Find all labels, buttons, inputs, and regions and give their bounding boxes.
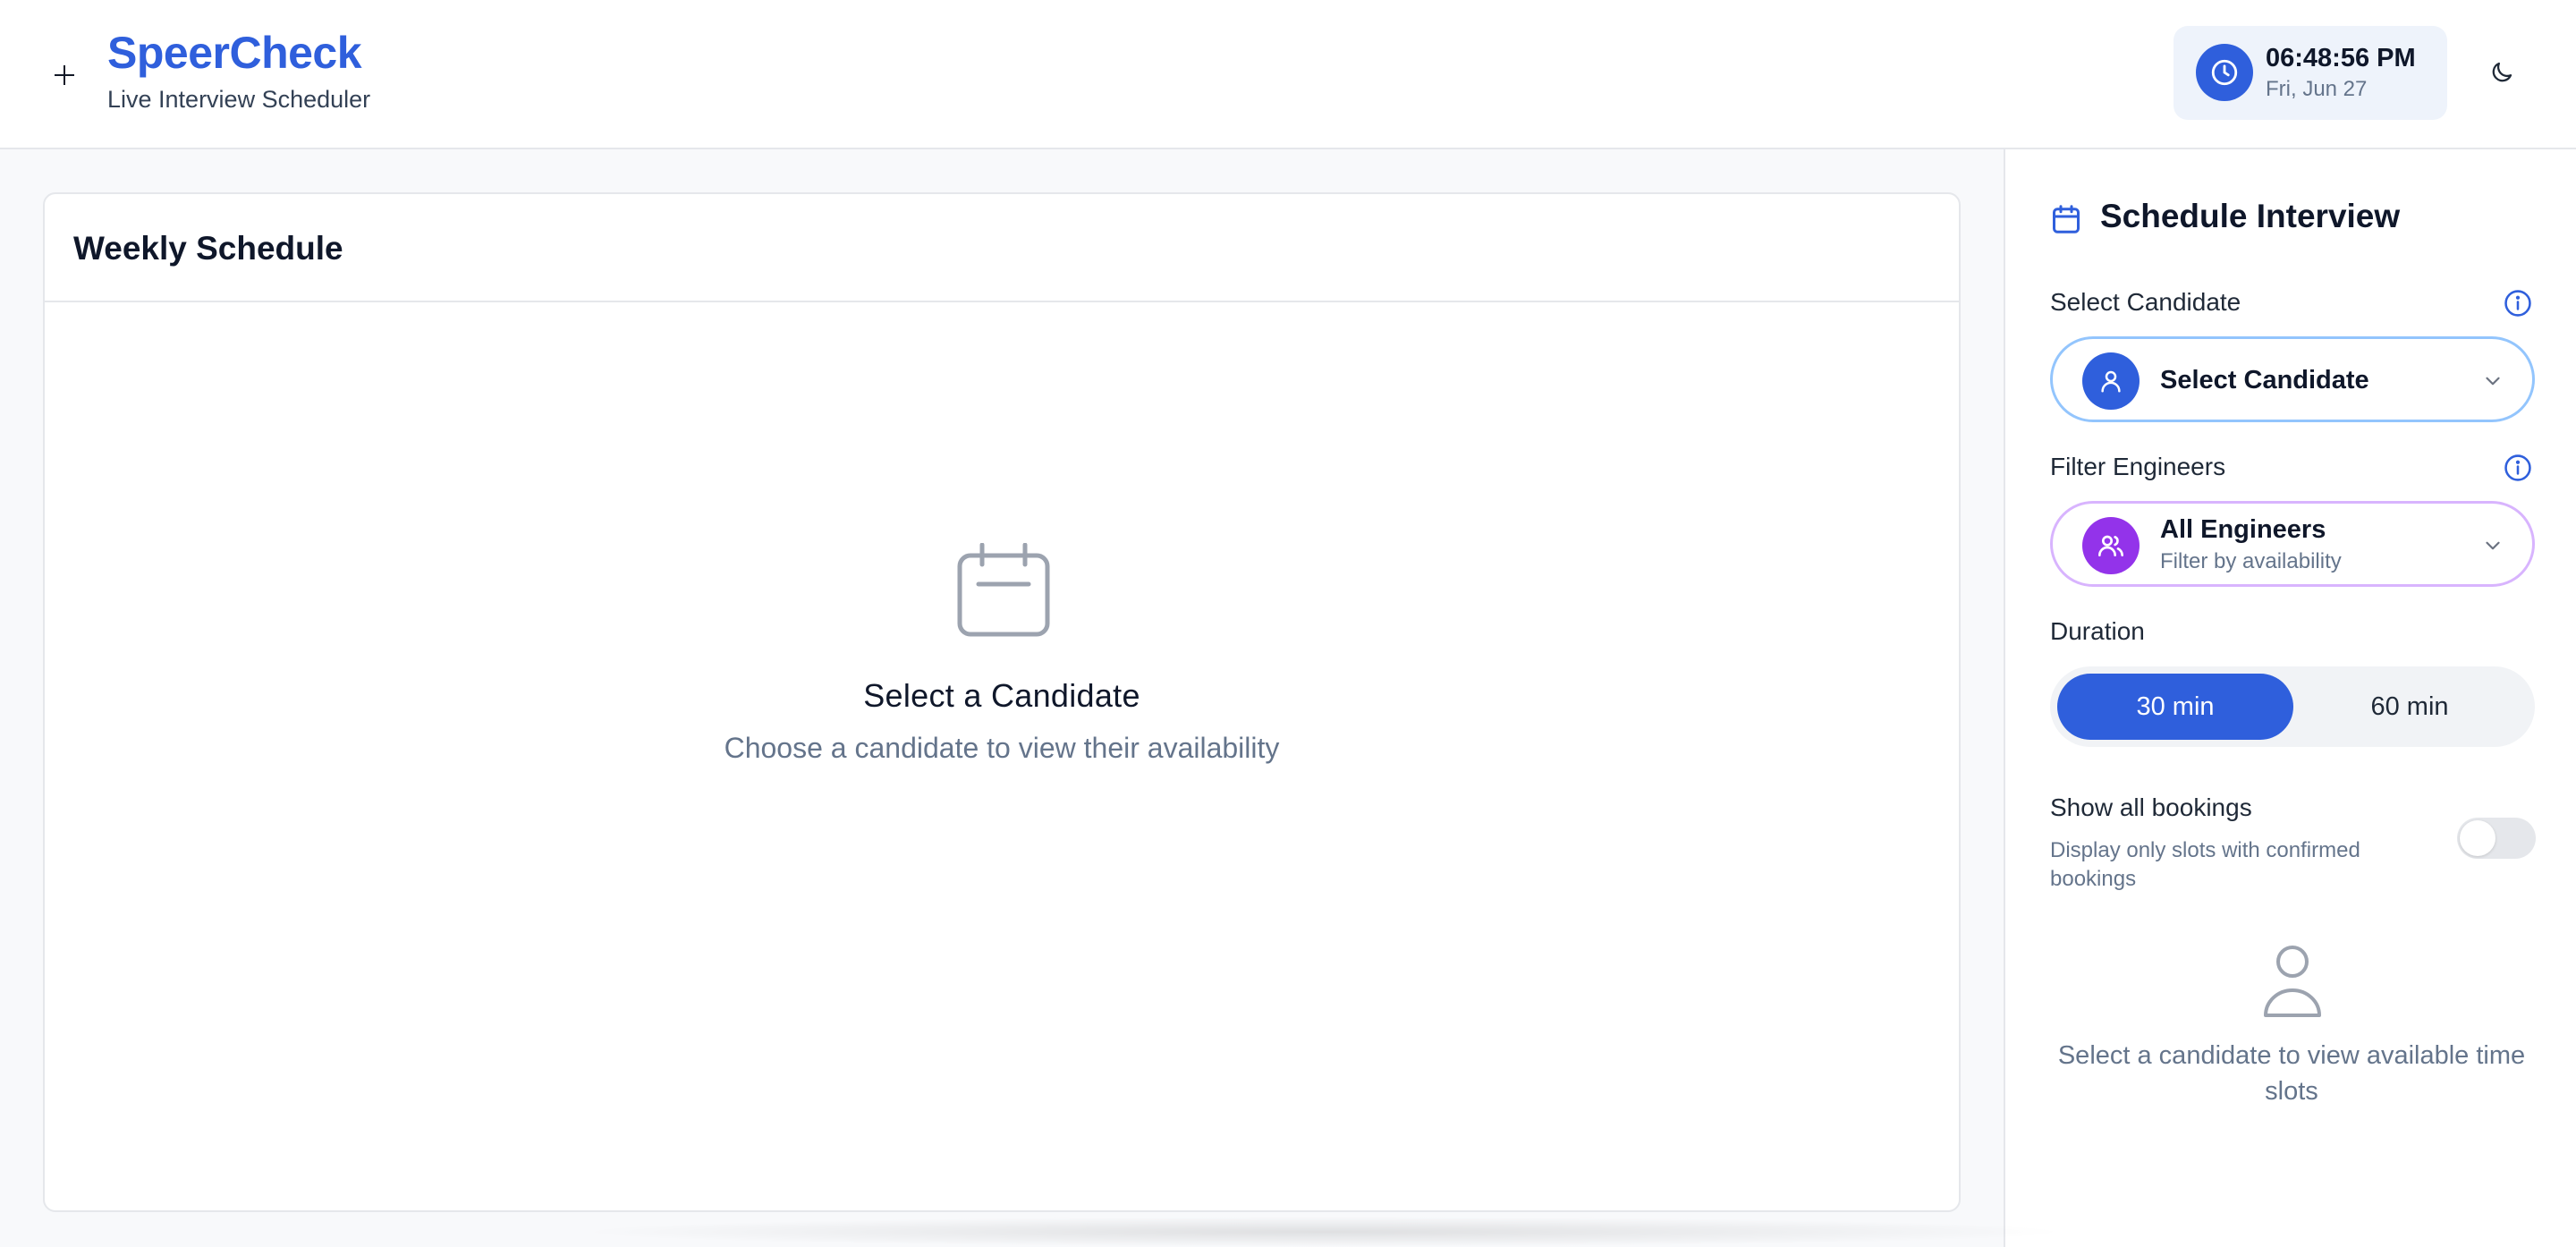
chevron-down-icon (2481, 369, 2504, 393)
clock-icon (2196, 44, 2253, 101)
clock-time: 06:48:56 PM (2266, 44, 2416, 72)
bottom-shadow (572, 1217, 2075, 1247)
candidate-select-value: Select Candidate (2160, 366, 2369, 394)
chevron-down-icon (2481, 534, 2504, 557)
duration-30-button[interactable]: 30 min (2057, 674, 2293, 740)
duration-60-button[interactable]: 60 min (2292, 674, 2528, 740)
info-icon[interactable] (2503, 288, 2533, 318)
calendar-icon (2050, 203, 2082, 235)
calendar-icon (955, 542, 1052, 640)
engineers-select-hint: Filter by availability (2160, 549, 2342, 573)
show-all-toggle[interactable] (2457, 818, 2536, 859)
engineers-label: Filter Engineers (2050, 453, 2226, 480)
candidate-label: Select Candidate (2050, 288, 2241, 316)
brand-subtitle: Live Interview Scheduler (107, 86, 371, 113)
weekly-schedule-card: Weekly Schedule Select a Candidate Choos… (43, 192, 1961, 1212)
duration-label: Duration (2050, 617, 2145, 645)
users-icon (2082, 517, 2140, 574)
user-icon (2082, 352, 2140, 410)
candidate-select[interactable]: Select Candidate (2050, 336, 2535, 422)
toggle-knob (2460, 820, 2496, 856)
clock-card: 06:48:56 PM Fri, Jun 27 (2174, 26, 2447, 120)
show-all-description: Display only slots with confirmed bookin… (2050, 838, 2360, 891)
brand-title: SpeerCheck (107, 28, 362, 78)
engineers-select-value: All Engineers (2160, 515, 2326, 544)
empty-title: Select a Candidate (863, 677, 1140, 714)
duration-segmented-control: 30 min 60 min (2050, 666, 2535, 747)
user-icon (2261, 944, 2324, 1019)
moon-icon[interactable] (2486, 56, 2518, 89)
schedule-panel: Schedule Interview Select Candidate Sele… (2004, 149, 2576, 1247)
info-icon[interactable] (2503, 453, 2533, 483)
main-area: Weekly Schedule Select a Candidate Choos… (0, 149, 2004, 1247)
app-header: SpeerCheck Live Interview Scheduler 06:4… (0, 0, 2576, 149)
clock-date: Fri, Jun 27 (2266, 77, 2368, 101)
panel-title: Schedule Interview (2100, 198, 2401, 234)
empty-subtitle: Choose a candidate to view their availab… (724, 732, 1280, 764)
engineers-select[interactable]: All Engineers Filter by availability (2050, 501, 2535, 587)
panel-empty-message: Select a candidate to view available tim… (2057, 1041, 2526, 1106)
card-title: Weekly Schedule (73, 230, 343, 267)
show-all-label: Show all bookings (2050, 793, 2252, 821)
card-header: Weekly Schedule (45, 194, 1959, 302)
plus-icon[interactable] (50, 61, 79, 89)
